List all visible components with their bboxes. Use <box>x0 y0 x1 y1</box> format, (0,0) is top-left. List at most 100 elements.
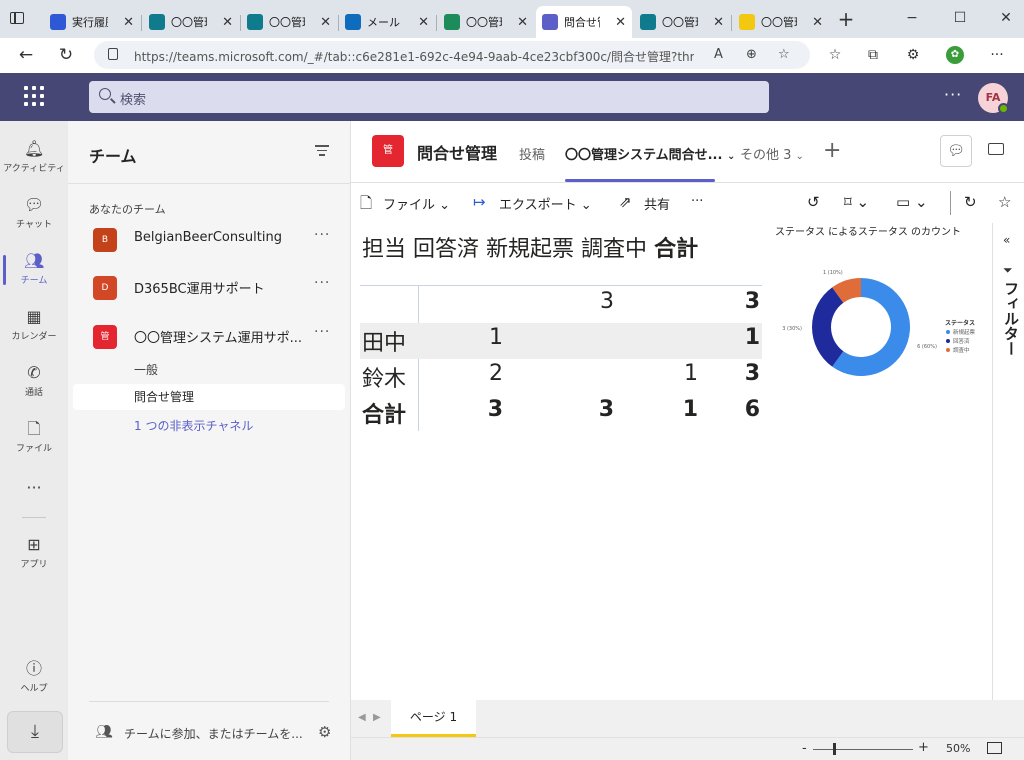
more-options-icon[interactable]: ··· <box>314 324 330 340</box>
close-tab-icon[interactable]: ✕ <box>812 16 823 29</box>
expand-filters-icon[interactable]: « <box>1003 233 1010 247</box>
maximize-icon[interactable]: ☐ <box>950 8 970 28</box>
refresh-icon[interactable]: ↻ <box>964 193 977 211</box>
rail-calls[interactable]: ✆ 通話 <box>0 353 68 409</box>
team-item[interactable]: 管 〇〇管理システム運用サポ... ··· <box>68 314 350 360</box>
add-tab-icon[interactable]: + <box>823 138 841 163</box>
browser-tab[interactable]: 〇〇管理 ✕ <box>733 6 829 38</box>
back-icon[interactable]: ← <box>14 44 38 68</box>
add-team-icon[interactable]: 👥︎ <box>95 724 113 740</box>
zoom-in-icon[interactable]: + <box>918 740 929 755</box>
tab-actions-icon[interactable] <box>10 12 24 24</box>
browser-tab[interactable]: 〇〇管理 ✕ <box>634 6 730 38</box>
settings-more-icon[interactable]: ··· <box>988 46 1006 64</box>
team-item[interactable]: B BelgianBeerConsulting ··· <box>68 217 350 263</box>
donut-slice[interactable] <box>812 287 844 367</box>
close-tab-icon[interactable]: ✕ <box>517 16 528 29</box>
browser-tab[interactable]: 〇〇管理 ✕ <box>241 6 337 38</box>
extensions-icon[interactable]: ⚙ <box>904 46 922 64</box>
toolbar-divider <box>950 191 951 215</box>
browser-tab[interactable]: メール - F ✕ <box>339 6 435 38</box>
channel-logo: 管 <box>372 135 404 167</box>
donut-chart[interactable]: 6 (60%) 3 (30%) 1 (10%) ステータス新規起票回答済調査中 <box>775 237 987 417</box>
chevron-down-icon: ⌄ <box>726 151 736 162</box>
apps-icon: ⊞ <box>27 535 41 554</box>
rail-more-icon[interactable]: ··· <box>0 478 68 497</box>
tab-favicon-icon <box>50 14 66 30</box>
matrix-row-label: 田中 <box>362 331 407 356</box>
minimize-icon[interactable]: − <box>902 8 922 28</box>
conversation-icon[interactable]: 💬︎ <box>940 135 972 167</box>
undo-icon[interactable]: ↺ <box>807 193 820 211</box>
rail-calendar[interactable]: ▦ カレンダー <box>0 297 68 353</box>
hidden-channels-link[interactable]: 1 つの非表示チャネル <box>73 413 345 439</box>
rail-teams[interactable]: 👥︎ チーム <box>0 241 68 297</box>
tab-posts[interactable]: 投稿 <box>519 144 545 163</box>
tab-favicon-icon <box>345 14 361 30</box>
favorite-star-icon[interactable]: ☆ <box>998 193 1011 211</box>
more-options-icon[interactable]: ··· <box>944 85 962 104</box>
close-tab-icon[interactable]: ✕ <box>418 16 429 29</box>
close-tab-icon[interactable]: ✕ <box>713 16 724 29</box>
legend-item[interactable]: 新規起票 <box>953 328 976 336</box>
address-bar[interactable]: https://teams.microsoft.com/_#/tab::c6e2… <box>94 41 810 69</box>
favorites-icon[interactable]: ☆ <box>826 46 844 64</box>
close-window-icon[interactable]: ✕ <box>996 8 1016 28</box>
filter-pane[interactable]: « ⏷ フィルター <box>992 223 1024 700</box>
refresh-icon[interactable]: ↻ <box>54 44 78 68</box>
rail-files[interactable]: 🗋 ファイル <box>0 409 68 465</box>
file-menu[interactable]: ファイル ⌄ <box>383 194 450 213</box>
read-aloud-icon[interactable]: A <box>714 47 723 62</box>
collections-icon[interactable]: ⧉ <box>864 46 882 64</box>
filter-icon[interactable] <box>315 145 329 157</box>
export-menu[interactable]: エクスポート ⌄ <box>499 194 592 213</box>
zoom-slider-thumb[interactable] <box>833 743 836 755</box>
new-tab-button[interactable]: + <box>835 9 857 31</box>
url-text[interactable]: https://teams.microsoft.com/_#/tab::c6e2… <box>134 48 694 65</box>
prev-page-icon[interactable]: ◀ <box>358 712 366 723</box>
browser-tab[interactable]: 問合せ管 ✕ <box>536 6 632 38</box>
favorite-add-icon[interactable]: ☆ <box>778 47 790 62</box>
browser-tab[interactable]: 実行履歴 ✕ <box>44 6 140 38</box>
close-tab-icon[interactable]: ✕ <box>320 16 331 29</box>
next-page-icon[interactable]: ▶ <box>373 712 381 723</box>
zoom-bar: - + 50% <box>351 737 1024 760</box>
more-options-icon[interactable]: ··· <box>691 194 703 209</box>
bookmark-icon[interactable]: ⌑ ⌄ <box>844 193 869 211</box>
team-avatar: B <box>93 228 117 252</box>
more-options-icon[interactable]: ··· <box>314 275 330 291</box>
channel-general[interactable]: 一般 <box>73 357 345 383</box>
close-tab-icon[interactable]: ✕ <box>615 16 626 29</box>
browser-tab[interactable]: 〇〇管理 ✕ <box>438 6 534 38</box>
tab-more[interactable]: その他 3 ⌄ <box>740 144 804 163</box>
more-options-icon[interactable]: ··· <box>314 227 330 243</box>
rail-apps[interactable]: ⊞ アプリ <box>0 525 68 581</box>
zoom-slider-track[interactable] <box>813 749 913 750</box>
page-tab[interactable]: ページ 1 <box>391 700 476 737</box>
close-tab-icon[interactable]: ✕ <box>222 16 233 29</box>
legend-item[interactable]: 回答済 <box>953 337 970 345</box>
share-button[interactable]: 共有 <box>644 194 670 213</box>
rail-chat[interactable]: 💬︎ チャット <box>0 185 68 241</box>
gear-icon[interactable]: ⚙ <box>318 723 331 741</box>
join-team-link[interactable]: チームに参加、またはチームを... <box>124 725 303 742</box>
search-input[interactable]: 検索 <box>89 81 769 113</box>
channel-inquiry[interactable]: 問合せ管理 <box>73 384 345 410</box>
team-avatar: D <box>93 276 117 300</box>
rail-help[interactable]: ⓘ ヘルプ <box>0 649 68 705</box>
browser-tab[interactable]: 〇〇管理 ✕ <box>143 6 239 38</box>
video-call-icon[interactable] <box>988 143 1004 155</box>
zoom-icon[interactable]: ⊕ <box>746 47 757 62</box>
download-icon[interactable]: ⤓ <box>7 711 63 753</box>
legend-item[interactable]: 調査中 <box>953 346 970 354</box>
team-item[interactable]: D D365BC運用サポート ··· <box>68 265 350 311</box>
zoom-out-icon[interactable]: - <box>802 741 807 756</box>
fit-to-page-icon[interactable] <box>987 742 1002 754</box>
profile-extension-icon[interactable]: ✿ <box>946 46 964 64</box>
view-icon[interactable]: ▭ ⌄ <box>896 193 928 211</box>
rail-activity[interactable]: 🔔︎ アクティビティ <box>0 129 68 185</box>
app-launcher-icon[interactable] <box>24 86 44 106</box>
browser-toolbar: ← ↻ https://teams.microsoft.com/_#/tab::… <box>0 38 1024 73</box>
tab-inquiry-system[interactable]: 〇〇管理システム問合せ... ⌄ <box>565 144 735 163</box>
close-tab-icon[interactable]: ✕ <box>123 16 134 29</box>
